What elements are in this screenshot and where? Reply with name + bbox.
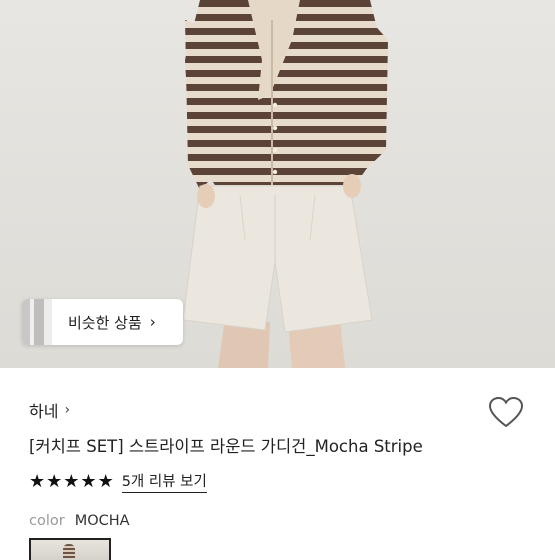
star-icon: ★ xyxy=(46,470,63,492)
option-value: MOCHA xyxy=(74,513,130,529)
color-swatch[interactable] xyxy=(29,538,111,560)
option-key: color xyxy=(29,513,65,529)
star-icon: ★ xyxy=(63,470,80,492)
seller-name: 하네 xyxy=(29,402,59,421)
product-title: [커치프 SET] 스트라이프 라운드 가디건_Mocha Stripe xyxy=(29,437,423,456)
review-link[interactable]: 5개 리뷰 보기 xyxy=(121,470,207,493)
star-rating: ★ ★ ★ ★ ★ xyxy=(29,470,114,492)
similar-thumbnail xyxy=(22,299,52,345)
star-icon: ★ xyxy=(80,470,97,492)
similar-products-label: 비슷한 상품 xyxy=(68,313,142,332)
similar-products-button[interactable]: 비슷한 상품 › xyxy=(22,299,183,345)
star-icon: ★ xyxy=(29,470,46,492)
color-option: color MOCHA xyxy=(29,513,130,529)
chevron-right-icon: › xyxy=(64,402,71,418)
rating-row: ★ ★ ★ ★ ★ 5개 리뷰 보기 xyxy=(29,470,207,493)
heart-icon[interactable] xyxy=(488,396,524,430)
seller-link[interactable]: 하네 › xyxy=(29,398,70,422)
swatch-thumbnail xyxy=(63,544,75,558)
chevron-right-icon: › xyxy=(149,313,156,331)
star-icon: ★ xyxy=(97,470,114,492)
